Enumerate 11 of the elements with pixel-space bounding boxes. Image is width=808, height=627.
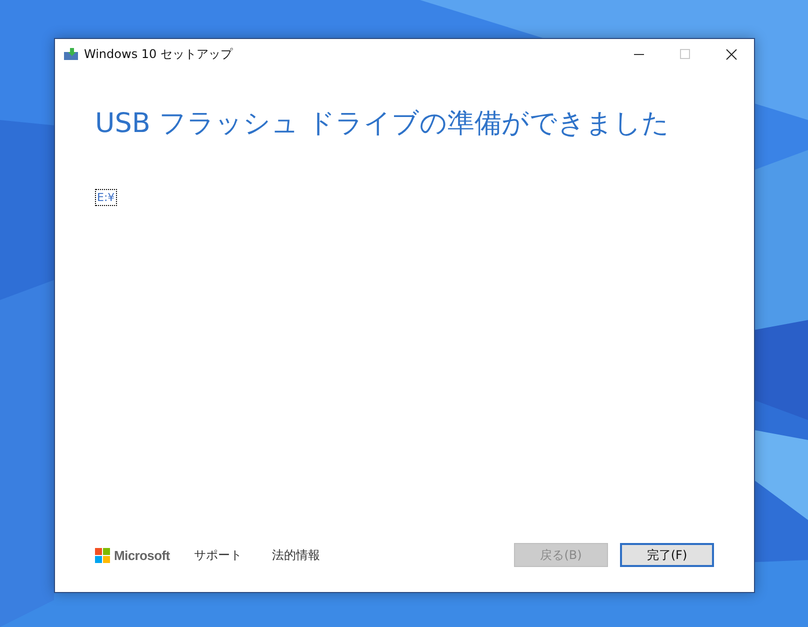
brand-name: Microsoft [114,548,170,562]
footer-link[interactable]: 法的情報 [272,546,320,564]
drive-item[interactable]: E:¥ [95,189,117,206]
footer-link[interactable]: サポート [194,546,242,564]
maximize-icon [680,49,690,59]
page-heading: USB フラッシュ ドライブの準備ができました [95,107,671,141]
setup-icon [64,48,78,60]
finish-button[interactable]: 完了(F) [620,543,714,567]
close-icon [726,48,736,60]
window-title: Windows 10 セットアップ [84,46,232,62]
microsoft-logo-icon [95,548,110,562]
